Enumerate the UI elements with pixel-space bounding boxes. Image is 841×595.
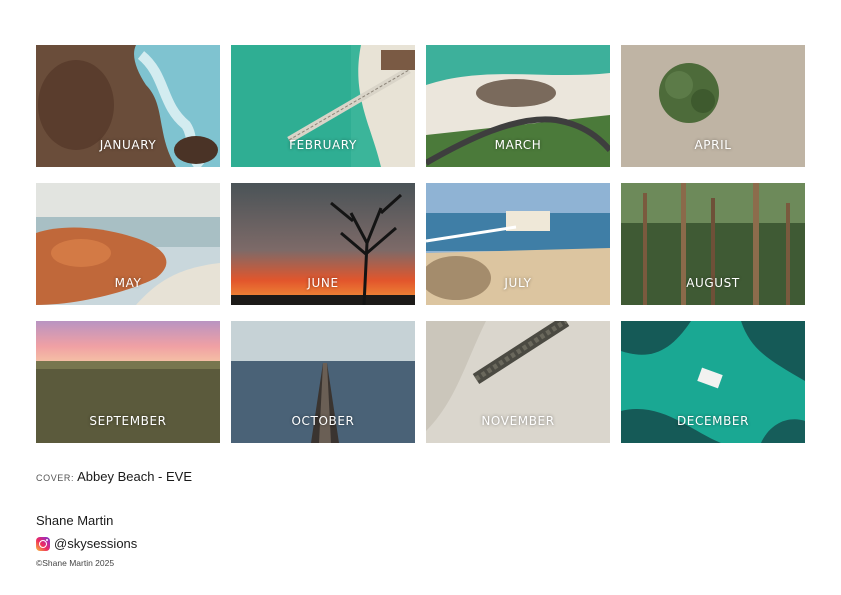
instagram-icon [36, 536, 50, 551]
month-label: FEBRUARY [289, 138, 357, 152]
month-label: JANUARY [99, 138, 157, 152]
month-label: DECEMBER [676, 414, 750, 428]
month-photo-february: FEBRUARY [231, 45, 415, 167]
social-handle-row[interactable]: @skysessions [36, 536, 137, 551]
month-photo-june: JUNE [231, 183, 415, 305]
month-photo-january: JANUARY [36, 45, 220, 167]
copyright-notice: ©Shane Martin 2025 [36, 558, 115, 568]
cover-label: COVER: [36, 473, 75, 483]
month-label: JUNE [307, 276, 339, 290]
month-photo-october: OCTOBER [231, 321, 415, 443]
cover-credit: COVER: Abbey Beach - EVE [36, 469, 192, 484]
social-handle[interactable]: @skysessions [54, 536, 137, 551]
month-label: MAY [114, 276, 142, 290]
month-label: APRIL [694, 138, 732, 152]
month-label: MARCH [494, 138, 542, 152]
month-photo-september: SEPTEMBER [36, 321, 220, 443]
month-photo-november: NOVEMBER [426, 321, 610, 443]
month-label: JULY [504, 276, 532, 290]
month-photo-april: APRIL [621, 45, 805, 167]
cover-title: Abbey Beach - EVE [77, 469, 193, 484]
month-photo-march: MARCH [426, 45, 610, 167]
month-photo-may: MAY [36, 183, 220, 305]
month-photo-august: AUGUST [621, 183, 805, 305]
month-photo-december: DECEMBER [621, 321, 805, 443]
month-label: SEPTEMBER [89, 414, 167, 428]
month-label: OCTOBER [291, 414, 355, 428]
month-photo-grid: JANUARY FEBRUARY MARCH APRIL MAY JUNE JU… [36, 45, 805, 443]
month-label: AUGUST [686, 276, 740, 290]
month-label: NOVEMBER [481, 414, 555, 428]
author-name: Shane Martin [36, 513, 114, 528]
month-photo-july: JULY [426, 183, 610, 305]
